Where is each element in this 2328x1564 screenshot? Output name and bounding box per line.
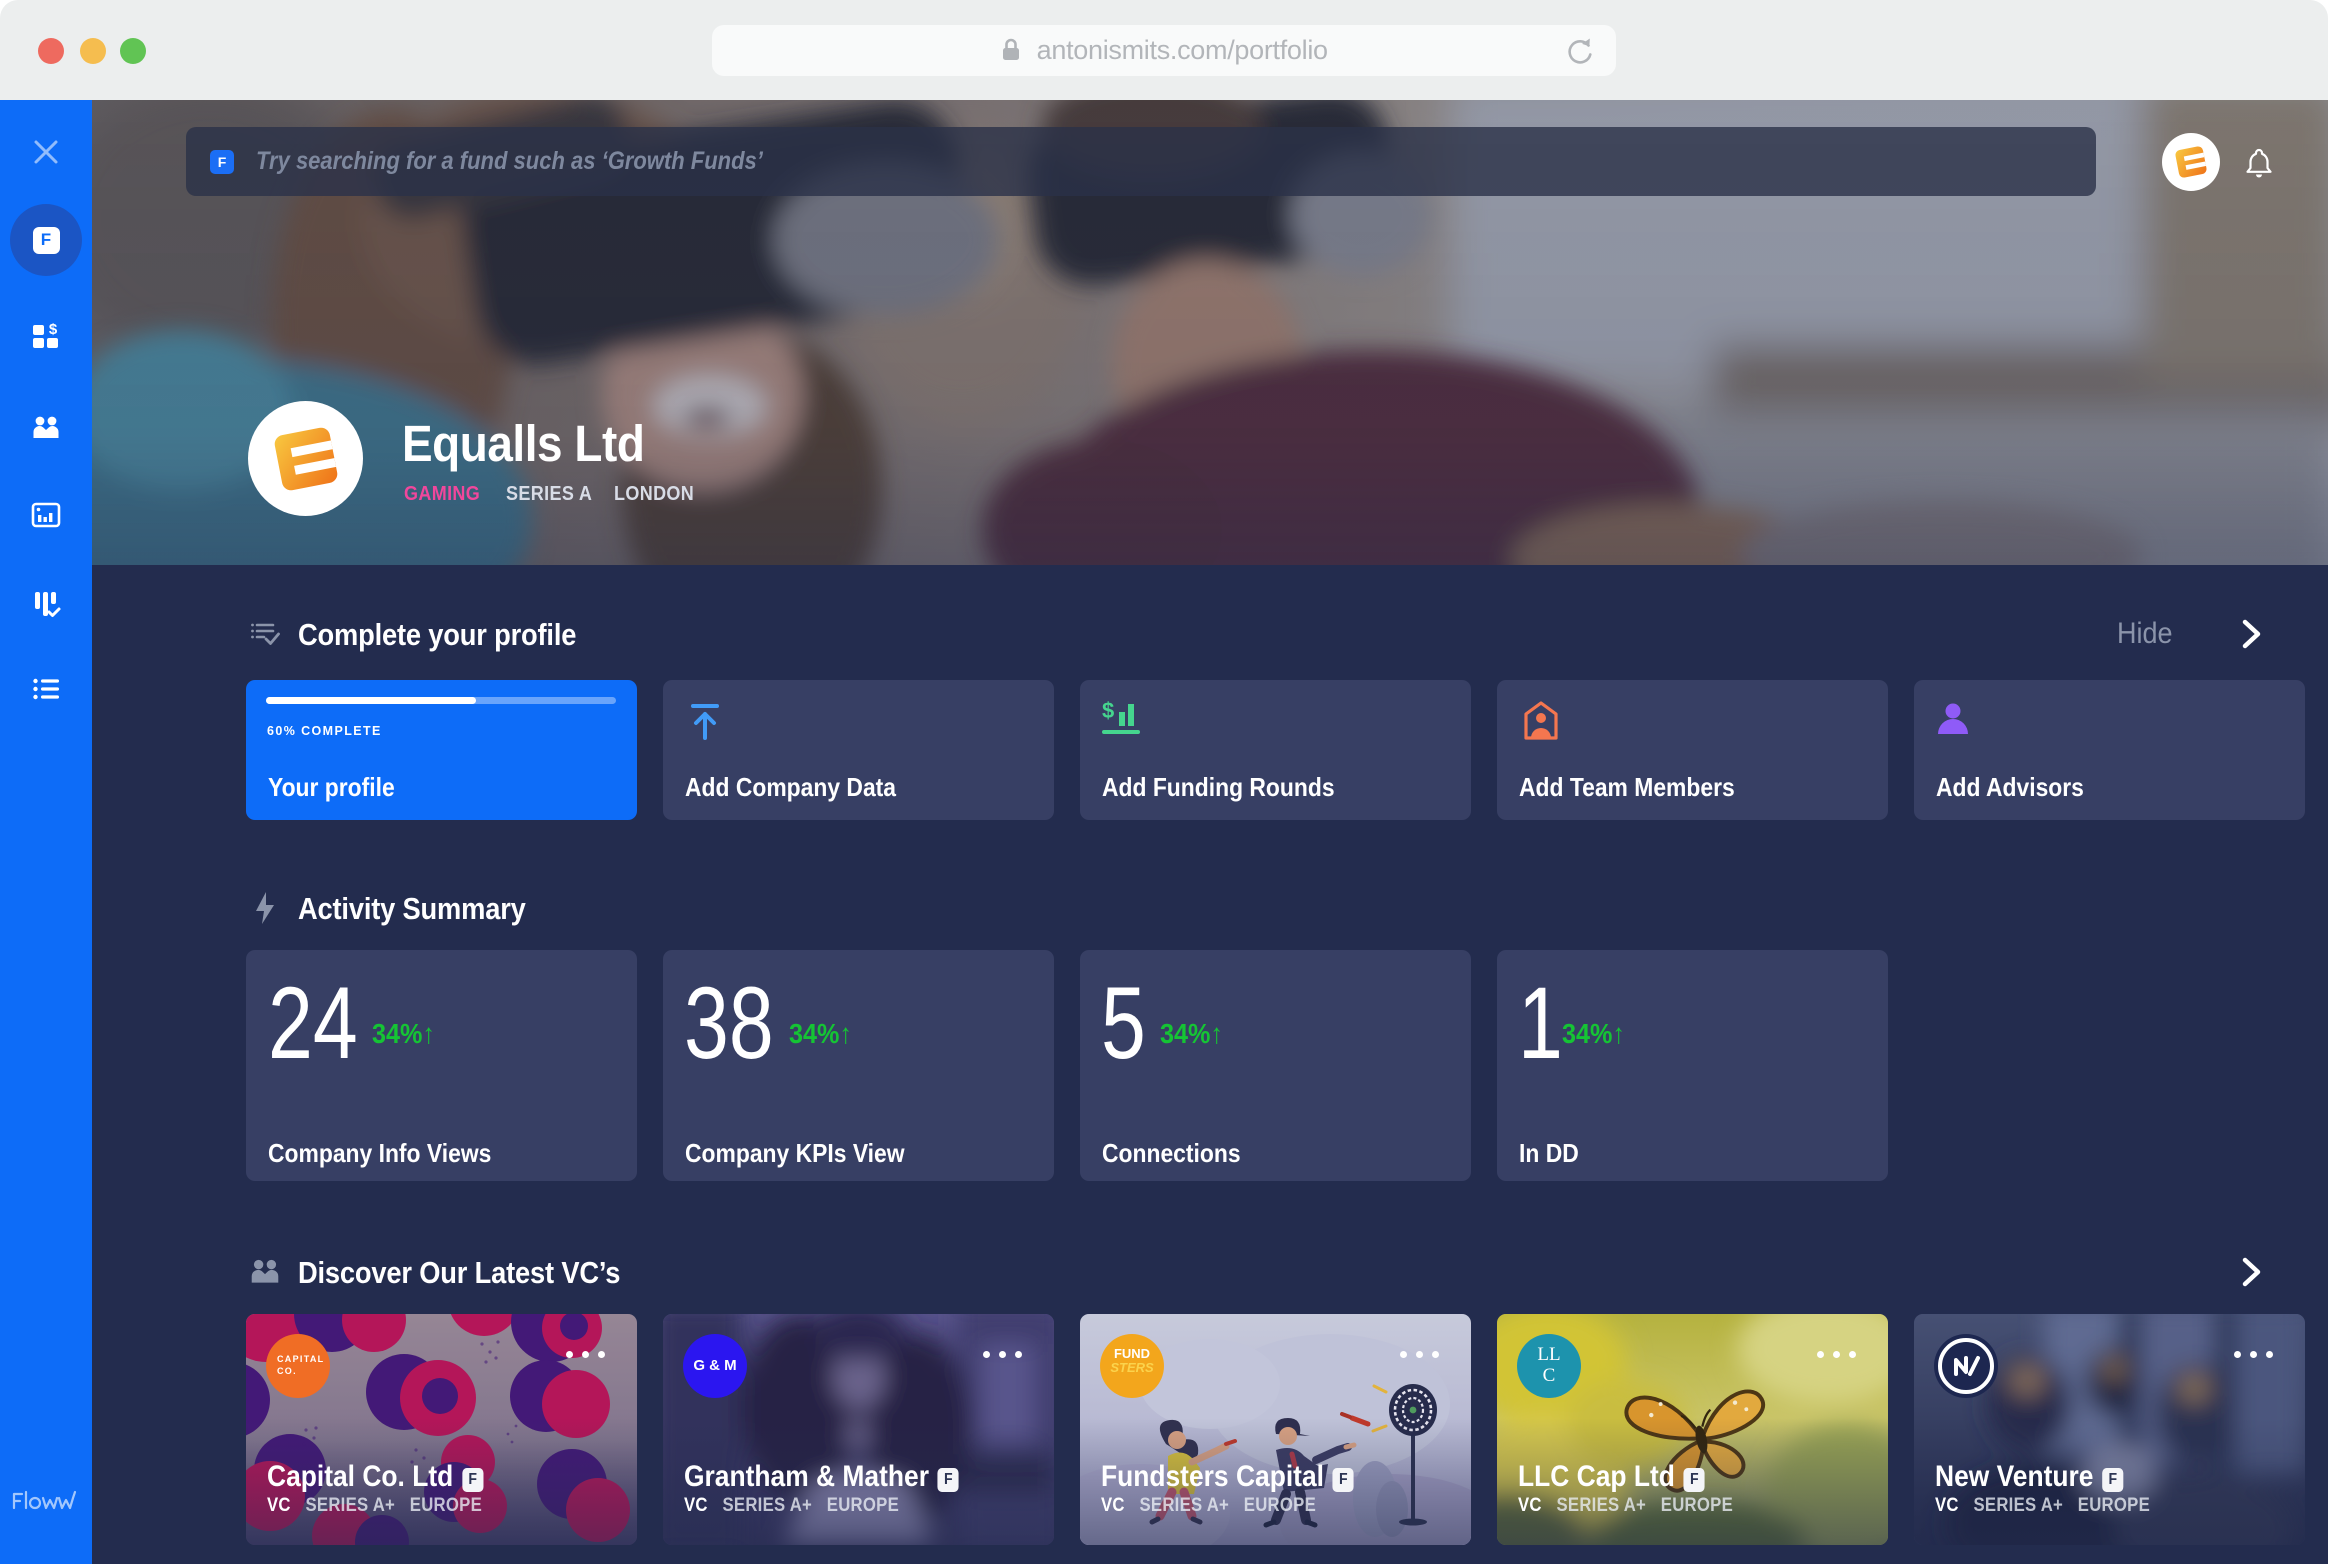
svg-text:$: $ — [49, 321, 58, 338]
svg-text:$: $ — [1102, 698, 1114, 723]
